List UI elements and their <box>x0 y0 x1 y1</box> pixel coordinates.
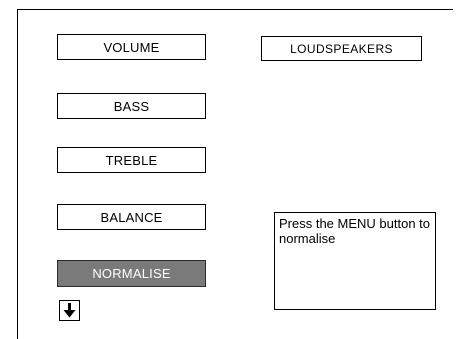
info-message-text: Press the MENU button to normalise <box>279 216 431 246</box>
info-message-box: Press the MENU button to normalise <box>274 212 436 310</box>
bass-button[interactable]: BASS <box>57 93 206 119</box>
balance-button[interactable]: BALANCE <box>57 204 206 230</box>
normalise-button[interactable]: NORMALISE <box>57 260 206 287</box>
loudspeakers-button[interactable]: LOUDSPEAKERS <box>261 36 422 61</box>
treble-button[interactable]: TREBLE <box>57 147 206 173</box>
volume-button[interactable]: VOLUME <box>57 34 206 60</box>
scroll-down-button[interactable] <box>59 300 80 321</box>
arrow-down-icon <box>63 303 76 318</box>
